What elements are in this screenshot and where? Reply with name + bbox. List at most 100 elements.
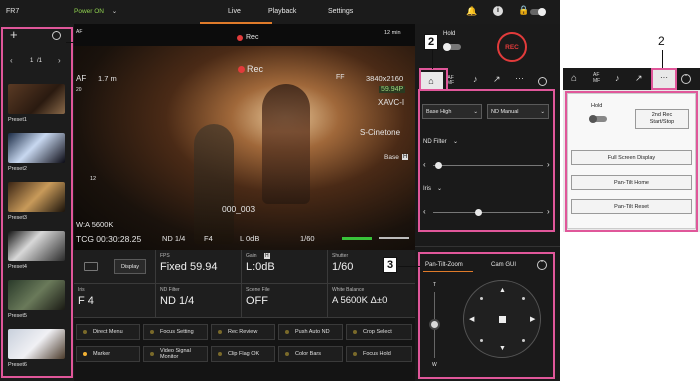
focus-setting-button[interactable]: Focus Setting [143, 324, 208, 340]
control-label: Focus Setting [160, 329, 194, 335]
status-dot [83, 330, 87, 334]
power-status[interactable]: Power ON ⌄ [74, 7, 117, 15]
shutter-value: 1/60 [332, 261, 354, 273]
rec-status-top: Rec [246, 34, 259, 41]
af-mf-icon[interactable]: AF MF [447, 76, 454, 86]
look-profile: S-Cinetone [360, 128, 401, 137]
status-dot [218, 330, 222, 334]
highlight-box-3 [418, 252, 555, 379]
info-icon[interactable]: i [493, 6, 503, 16]
status-dot [285, 330, 289, 334]
codec: XAVC-I [378, 98, 405, 107]
direct-menu-button[interactable]: Direct Menu [76, 324, 140, 340]
status-dot [218, 352, 222, 356]
focus-hold-button[interactable]: Focus Hold [346, 346, 412, 362]
callout-3: 3 [383, 257, 397, 273]
chevron-down-icon: ⌄ [111, 8, 118, 15]
fps-cell[interactable]: FPS Fixed 59.94 [156, 250, 242, 284]
hold-toggle[interactable] [443, 43, 461, 51]
collapse-panel-icon[interactable]: ˆ [538, 77, 547, 86]
monitor-view: AF Rec 12 min Rec AF 1.7 m 20 FF 3840x21… [74, 24, 415, 250]
clip-flag-ok-button[interactable]: Clip Flag OK [211, 346, 275, 362]
control-label: Focus Hold [363, 351, 391, 357]
control-label: Marker [93, 351, 111, 357]
nd-cell[interactable]: ND Filter ND 1/4 [156, 284, 242, 318]
scene-file-cell[interactable]: Scene File OFF [242, 284, 328, 318]
audio-note-icon[interactable]: ♪ [473, 75, 478, 84]
rec-status: Rec [247, 64, 264, 74]
status-dot [150, 330, 154, 334]
video-signal-monitor-button[interactable]: Video Signal Monitor [143, 346, 208, 362]
share-icon[interactable]: ↗ [493, 75, 501, 84]
wb-overlay: W:A 5600K [76, 220, 114, 229]
control-label: Crop Select [363, 329, 392, 335]
white-balance-value: A 5600K Δ±0 [332, 295, 388, 306]
af-distance: 1.7 m [98, 74, 117, 83]
bell-icon[interactable]: 🔔 [466, 7, 477, 16]
status-left-block: Display [74, 250, 156, 284]
share-icon[interactable]: ↗ [635, 73, 643, 84]
callout-2-side: 2 [658, 34, 665, 48]
zoom-position-bar [379, 237, 409, 239]
af-indicator: AF [76, 29, 83, 35]
control-label: Rec Review [228, 329, 258, 335]
control-label: Color Bars [295, 351, 321, 357]
af-mode: AF [76, 74, 87, 83]
highlight-box-more-tab [651, 68, 677, 90]
shutter-label: Shutter [332, 253, 349, 259]
tab-playback[interactable]: Playback [268, 8, 296, 15]
audio-note-icon[interactable]: ♪ [615, 73, 620, 83]
saxophonist-figure [194, 124, 234, 244]
display-button[interactable]: Display [114, 259, 146, 274]
gain-badge: H [264, 253, 270, 259]
sensor-format: FF [336, 74, 345, 81]
crop-select-button[interactable]: Crop Select [346, 324, 412, 340]
rec-review-button[interactable]: Rec Review [211, 324, 275, 340]
scene-image [74, 46, 415, 250]
shutter-cell[interactable]: Shutter 1/60 [328, 250, 415, 284]
timecode: TCG 00:30:28.25 [76, 234, 142, 244]
gain-cell[interactable]: Gain H L:0dB [242, 250, 328, 284]
callout-line-3 [398, 266, 420, 267]
clip-name: 000_003 [222, 204, 256, 214]
gain-overlay: L 0dB [240, 234, 260, 243]
white-balance-cell[interactable]: White Balance A 5600K Δ±0 [328, 284, 415, 318]
audio-level-meter [342, 237, 372, 240]
nd-overlay: ND 1/4 [162, 234, 186, 243]
iris-cell[interactable]: Iris F 4 [74, 284, 156, 318]
tab-settings[interactable]: Settings [328, 8, 353, 15]
tab-live[interactable]: Live [228, 8, 241, 15]
color-bars-button[interactable]: Color Bars [278, 346, 343, 362]
callout-line-2 [432, 50, 433, 69]
shutter-overlay: 1/60 [300, 234, 315, 243]
iris-label: Iris [78, 287, 85, 293]
collapse-panel-icon[interactable]: ˆ [681, 74, 691, 84]
nd-label: ND Filter [160, 287, 180, 293]
af-mf-icon[interactable]: AF MF [593, 72, 600, 84]
highlight-box-more-body [565, 91, 698, 232]
nd-value: ND 1/4 [160, 295, 195, 307]
singer-figure [262, 84, 310, 204]
rec-icon [237, 35, 243, 41]
control-label: Direct Menu [93, 329, 123, 335]
model-name: FR7 [6, 8, 20, 15]
control-buttons: Direct Menu Focus Setting Rec Review Pus… [74, 318, 415, 381]
status-panel: Display FPS Fixed 59.94 Gain H L:0dB Shu… [74, 250, 415, 318]
frame-rate: 59.94P [379, 86, 406, 93]
fps-label: FPS [160, 253, 170, 259]
base-iso: Base [384, 154, 399, 161]
iris-value: F 4 [78, 295, 94, 307]
marker-button[interactable]: Marker [76, 346, 140, 362]
lock-icon[interactable]: 🔒 [518, 6, 529, 15]
push-auto-nd-button[interactable]: Push Auto ND [278, 324, 343, 340]
power-label: Power ON [74, 8, 104, 15]
status-dot [150, 352, 154, 356]
rec-button[interactable]: REC [497, 32, 527, 62]
status-dot [353, 352, 357, 356]
more-icon[interactable]: ··· [515, 74, 524, 83]
highlight-box-2-tabs [419, 68, 448, 91]
control-label: Push Auto ND [295, 329, 330, 335]
status-dot-active [83, 352, 87, 356]
home-icon[interactable]: ⌂ [571, 73, 577, 84]
lock-toggle[interactable] [530, 8, 546, 16]
